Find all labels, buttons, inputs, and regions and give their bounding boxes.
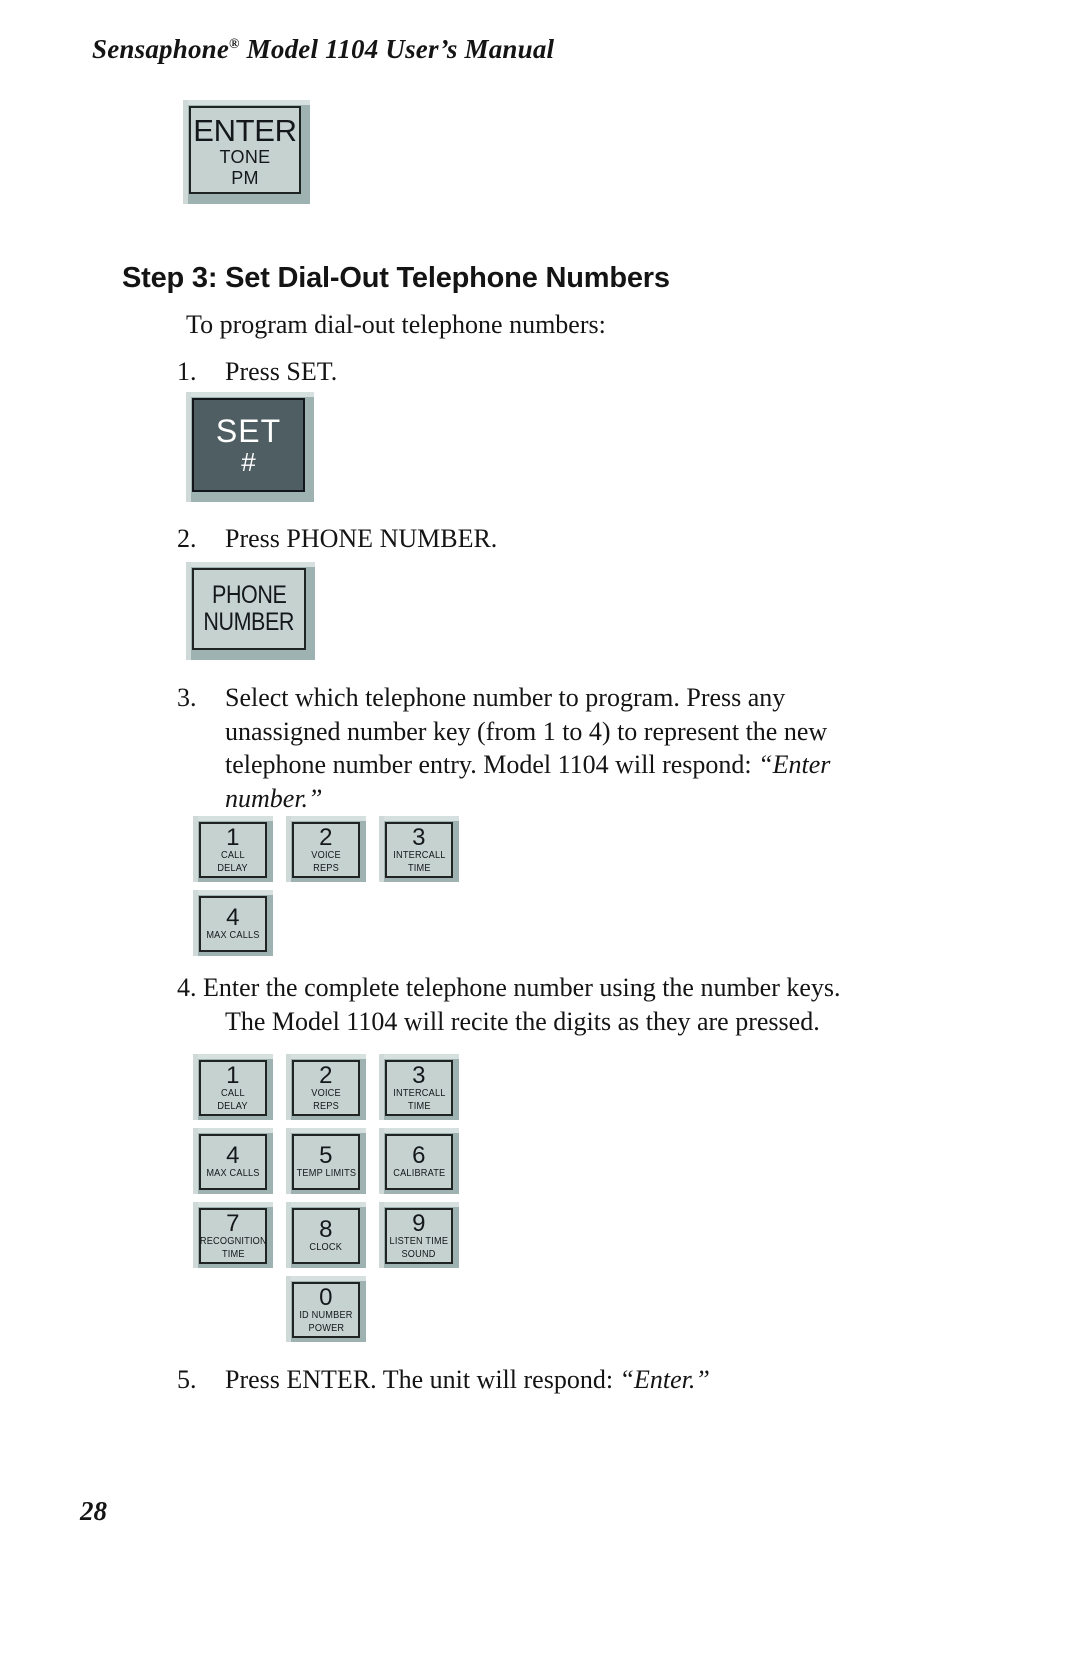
key-1-sublabel-2: DELAY	[217, 1100, 249, 1112]
list-item-4-text: Enter the complete telephone number usin…	[203, 971, 867, 1038]
list-item-3-text: Select which telephone number to program…	[225, 681, 857, 815]
set-key: SET #	[192, 398, 305, 492]
list-item-2-text: Press PHONE NUMBER.	[225, 524, 498, 553]
running-header-prefix: Sensaphone	[92, 34, 230, 64]
list-item-4-text-line1: Enter the complete telephone number usin…	[203, 973, 841, 1002]
key-5-sublabel-1: TEMP LIMITS	[296, 1168, 356, 1180]
list-item-4-text-line2: The Model 1104 will recite the digits as…	[225, 1006, 820, 1036]
phone-number-key-label-line2: NUMBER	[203, 608, 295, 636]
key-2-sublabel-1: VOICE	[311, 1088, 341, 1100]
set-key-sublabel-hash: #	[241, 447, 256, 478]
key-3-sublabel-2: TIME	[407, 1100, 431, 1112]
enter-key-sublabel-tone: TONE	[219, 147, 271, 168]
list-item-4: 4. Enter the complete telephone number u…	[177, 971, 867, 1038]
key-1-digit: 1	[226, 1062, 240, 1090]
key-1: 1 CALL DELAY	[199, 822, 267, 878]
key-5: 5 TEMP LIMITS	[292, 1134, 360, 1190]
list-item-3-text-plain: Select which telephone number to program…	[225, 683, 828, 780]
key-6-digit: 6	[412, 1142, 426, 1170]
section-heading: Step 3: Set Dial-Out Telephone Numbers	[122, 262, 670, 294]
key-7-sublabel-2: TIME	[221, 1248, 245, 1260]
key-2-digit: 2	[319, 1062, 333, 1090]
list-item-4-marker: 4.	[177, 973, 197, 1002]
list-item-3: 3. Select which telephone number to prog…	[177, 681, 857, 815]
key-2-digit: 2	[319, 824, 333, 852]
key-0-sublabel-2: POWER	[308, 1322, 344, 1334]
key-0: 0 ID NUMBER POWER	[292, 1282, 360, 1338]
key-1-digit: 1	[226, 824, 240, 852]
key-2: 2 VOICE REPS	[292, 822, 360, 878]
key-3-sublabel-1: INTERCALL	[392, 1088, 446, 1100]
key-9-digit: 9	[412, 1210, 426, 1238]
key-5-digit: 5	[319, 1142, 333, 1170]
key-1: 1 CALL DELAY	[199, 1060, 267, 1116]
list-item-5-text-plain: Press ENTER. The unit will respond:	[225, 1365, 620, 1394]
key-3-digit: 3	[412, 824, 426, 852]
list-item-2: 2. Press PHONE NUMBER.	[177, 522, 697, 556]
page-running-header: Sensaphone® Model 1104 User’s Manual	[92, 34, 554, 65]
enter-key-label: ENTER	[193, 112, 297, 148]
key-6: 6 CALIBRATE	[385, 1134, 453, 1190]
key-2-sublabel-2: REPS	[313, 862, 339, 874]
key-1-sublabel-1: CALL	[221, 850, 245, 862]
key-4-digit: 4	[226, 1142, 240, 1170]
page-number: 28	[80, 1496, 107, 1526]
key-8-digit: 8	[319, 1216, 333, 1244]
key-9: 9 LISTEN TIME SOUND	[385, 1208, 453, 1264]
list-item-5-text: Press ENTER. The unit will respond: “Ent…	[225, 1363, 817, 1397]
key-3-digit: 3	[412, 1062, 426, 1090]
key-3-sublabel-2: TIME	[407, 862, 431, 874]
list-item-5-text-quote: “Enter.”	[619, 1365, 710, 1394]
key-4-sublabel-1: MAX CALLS	[206, 930, 260, 942]
key-3-sublabel-1: INTERCALL	[392, 850, 446, 862]
manual-page: Sensaphone® Model 1104 User’s Manual ENT…	[0, 0, 1080, 1669]
key-7-sublabel-1: RECOGNITION	[199, 1236, 267, 1248]
section-intro-text: To program dial-out telephone numbers:	[186, 310, 606, 339]
enter-key: ENTER TONE PM	[189, 106, 301, 194]
key-3: 3 INTERCALL TIME	[385, 1060, 453, 1116]
key-8-sublabel-1: CLOCK	[309, 1242, 343, 1254]
key-2-sublabel-1: VOICE	[311, 850, 341, 862]
key-8: 8 CLOCK	[292, 1208, 360, 1264]
running-header-suffix: Model 1104 User’s Manual	[239, 34, 555, 64]
list-item-1-marker: 1.	[177, 357, 197, 386]
key-9-sublabel-2: SOUND	[401, 1248, 437, 1260]
list-item-3-marker: 3.	[177, 683, 197, 712]
phone-number-key-label-line1: PHONE	[211, 581, 287, 609]
key-1-sublabel-1: CALL	[221, 1088, 245, 1100]
registered-trademark-icon: ®	[229, 37, 240, 52]
key-4: 4 MAX CALLS	[199, 1134, 267, 1190]
key-7-digit: 7	[226, 1210, 240, 1238]
key-4-sublabel-1: MAX CALLS	[206, 1168, 260, 1180]
enter-key-sublabel-pm: PM	[231, 167, 259, 188]
key-4-digit: 4	[226, 904, 240, 932]
key-9-sublabel-1: LISTEN TIME	[389, 1236, 449, 1248]
key-1-sublabel-2: DELAY	[217, 862, 249, 874]
list-item-5: 5. Press ENTER. The unit will respond: “…	[177, 1363, 817, 1397]
list-item-5-marker: 5.	[177, 1365, 197, 1394]
key-6-sublabel-1: CALIBRATE	[392, 1168, 446, 1180]
list-item-2-marker: 2.	[177, 524, 197, 553]
key-0-sublabel-1: ID NUMBER	[299, 1310, 353, 1322]
key-3: 3 INTERCALL TIME	[385, 822, 453, 878]
list-item-1: 1. Press SET.	[177, 355, 597, 389]
key-4: 4 MAX CALLS	[199, 896, 267, 952]
key-2-sublabel-2: REPS	[313, 1100, 339, 1112]
key-0-digit: 0	[319, 1284, 333, 1312]
list-item-1-text: Press SET.	[225, 357, 338, 386]
phone-number-key: PHONE NUMBER	[192, 568, 306, 650]
set-key-label: SET	[215, 412, 282, 449]
key-2: 2 VOICE REPS	[292, 1060, 360, 1116]
key-7: 7 RECOGNITION TIME	[199, 1208, 267, 1264]
